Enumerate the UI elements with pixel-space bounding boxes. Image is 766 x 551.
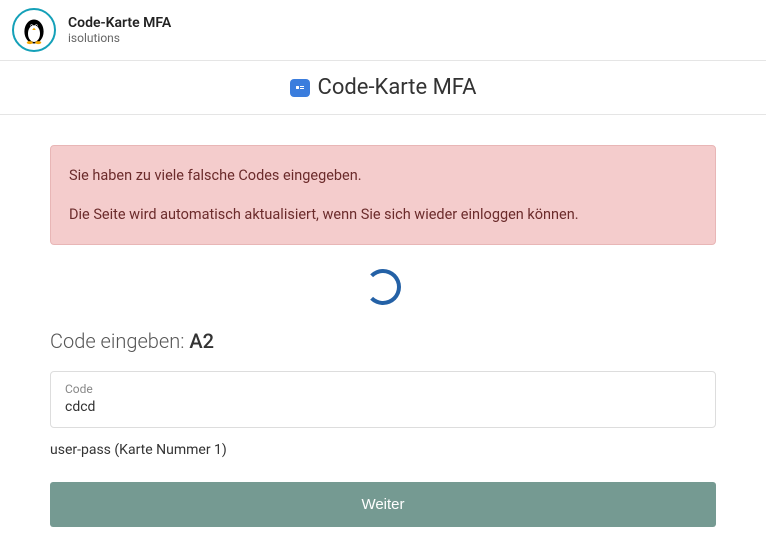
code-floating-label: Code (65, 382, 701, 396)
alert-text-2: Die Seite wird automatisch aktualisiert,… (69, 203, 697, 226)
id-card-icon (290, 79, 310, 97)
content-area: Sie haben zu viele falsche Codes eingege… (0, 115, 766, 551)
code-input-box[interactable]: Code (50, 371, 716, 428)
continue-button[interactable]: Weiter (50, 482, 716, 527)
app-header: Code-Karte MFA isolutions (0, 0, 766, 61)
avatar (12, 8, 56, 52)
prompt-label: Code eingeben: (50, 329, 189, 353)
alert-text-1: Sie haben zu viele falsche Codes eingege… (69, 164, 697, 187)
card-info: user-pass (Karte Nummer 1) (50, 442, 716, 458)
org-name: isolutions (68, 31, 171, 45)
error-alert: Sie haben zu viele falsche Codes eingege… (50, 145, 716, 245)
app-name: Code-Karte MFA (68, 15, 171, 31)
loading-spinner-icon (365, 269, 401, 305)
page-title: Code-Karte MFA (318, 75, 477, 100)
title-bar: Code-Karte MFA (0, 61, 766, 115)
prompt-cell: A2 (189, 329, 214, 353)
header-text: Code-Karte MFA isolutions (68, 15, 171, 45)
code-prompt: Code eingeben: A2 (50, 329, 716, 353)
code-input[interactable] (65, 397, 701, 415)
spinner-container (50, 269, 716, 309)
penguin-icon (19, 15, 49, 45)
